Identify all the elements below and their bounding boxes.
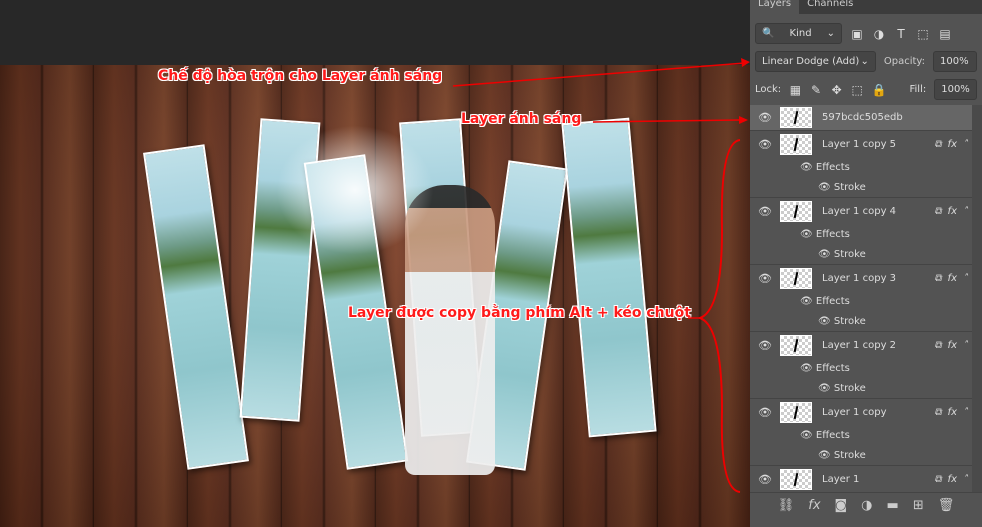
annotation-arrows [452, 58, 750, 493]
